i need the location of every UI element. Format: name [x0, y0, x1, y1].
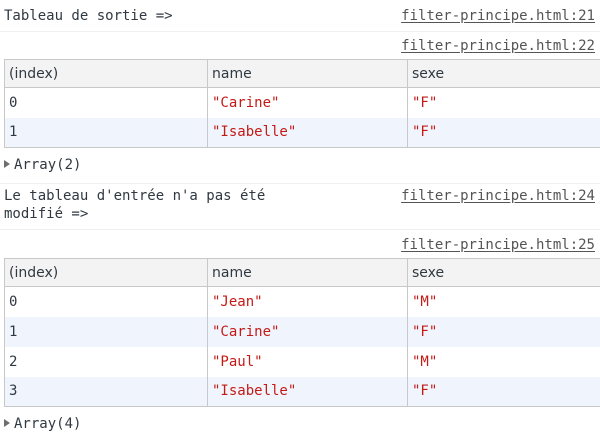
column-header-name[interactable]: name	[207, 59, 408, 88]
cell-name: "Isabelle"	[207, 376, 408, 407]
table-row: 0 "Jean" "M"	[4, 286, 600, 317]
console-message-log: Le tableau d'entrée n'a pas été modifié …	[0, 184, 600, 230]
cell-name: "Jean"	[207, 286, 408, 317]
column-header-index[interactable]: (index)	[4, 258, 208, 287]
array-summary-label: Array(4)	[14, 416, 82, 432]
array-summary-label: Array(2)	[14, 157, 82, 173]
column-header-sexe[interactable]: sexe	[407, 59, 600, 88]
source-link[interactable]: filter-principe.html:25	[401, 236, 595, 254]
source-link[interactable]: filter-principe.html:22	[401, 37, 595, 55]
array-summary[interactable]: Array(2)	[4, 156, 81, 174]
console-message-table: filter-principe.html:22 (index) name sex…	[0, 32, 600, 184]
cell-name: "Isabelle"	[207, 117, 408, 148]
cell-index: 1	[4, 316, 208, 347]
log-text: Le tableau d'entrée n'a pas été modifié …	[4, 188, 266, 222]
table-header-row: (index) name sexe	[4, 258, 600, 287]
cell-sexe: "M"	[407, 346, 600, 377]
console-table: (index) name sexe 0 "Jean" "M" 1 "Carine…	[4, 258, 600, 407]
cell-name: "Carine"	[207, 316, 408, 347]
console-table: (index) name sexe 0 "Carine" "F" 1 "Isab…	[4, 59, 600, 148]
table-header-row: (index) name sexe	[4, 59, 600, 88]
cell-name: "Carine"	[207, 87, 408, 118]
cell-index: 0	[4, 286, 208, 317]
table-row: 1 "Isabelle" "F"	[4, 117, 600, 148]
console-message-log: Tableau de sortie => filter-principe.htm…	[0, 0, 600, 32]
triangle-right-icon[interactable]	[4, 160, 10, 168]
console-panel: Tableau de sortie => filter-principe.htm…	[0, 0, 600, 437]
table-row: 3 "Isabelle" "F"	[4, 376, 600, 407]
column-header-name[interactable]: name	[207, 258, 408, 287]
log-text: Tableau de sortie =>	[4, 8, 173, 24]
column-header-index[interactable]: (index)	[4, 59, 208, 88]
cell-name: "Paul"	[207, 346, 408, 377]
source-link[interactable]: filter-principe.html:21	[401, 7, 595, 25]
triangle-right-icon[interactable]	[4, 419, 10, 427]
cell-index: 2	[4, 346, 208, 377]
cell-sexe: "F"	[407, 117, 600, 148]
cell-index: 3	[4, 376, 208, 407]
cell-index: 0	[4, 87, 208, 118]
table-row: 1 "Carine" "F"	[4, 316, 600, 347]
cell-index: 1	[4, 117, 208, 148]
source-link[interactable]: filter-principe.html:24	[401, 187, 595, 205]
console-message-table: filter-principe.html:25 (index) name sex…	[0, 230, 600, 437]
column-header-sexe[interactable]: sexe	[407, 258, 600, 287]
cell-sexe: "F"	[407, 316, 600, 347]
array-summary[interactable]: Array(4)	[4, 415, 81, 433]
cell-sexe: "F"	[407, 376, 600, 407]
cell-sexe: "F"	[407, 87, 600, 118]
table-row: 0 "Carine" "F"	[4, 87, 600, 118]
table-row: 2 "Paul" "M"	[4, 346, 600, 377]
cell-sexe: "M"	[407, 286, 600, 317]
